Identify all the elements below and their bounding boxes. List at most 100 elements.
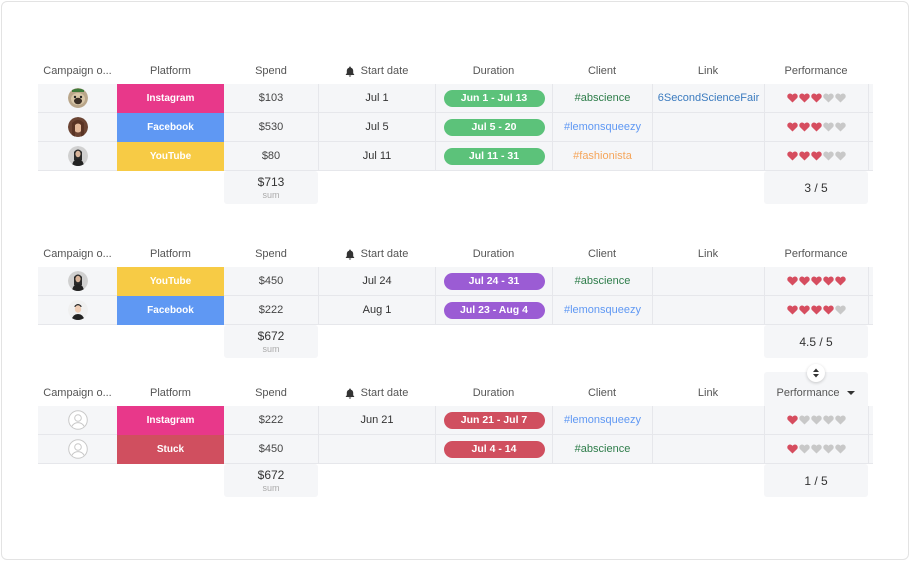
platform-status-cell[interactable]: Instagram [117, 406, 224, 435]
heart-icon[interactable] [835, 151, 846, 161]
empty-person-icon[interactable] [67, 439, 88, 459]
client-tag[interactable]: #lemonsqueezy [564, 304, 641, 316]
avatar[interactable] [67, 146, 88, 166]
performance-rating-cell[interactable] [764, 267, 868, 295]
heart-icon[interactable] [823, 122, 834, 132]
heart-icon[interactable] [787, 305, 798, 315]
heart-icon[interactable] [823, 444, 834, 454]
header-spend[interactable]: Spend [224, 380, 318, 406]
start-date-cell[interactable]: Jul 5 [318, 113, 435, 141]
client-cell[interactable]: #abscience [552, 435, 652, 463]
campaign-owner-cell[interactable] [38, 435, 117, 463]
empty-person-icon[interactable] [67, 410, 88, 430]
avatar[interactable] [67, 300, 88, 320]
start-date-cell[interactable]: Jul 24 [318, 267, 435, 295]
avatar[interactable] [67, 117, 88, 137]
header-spend[interactable]: Spend [224, 58, 318, 84]
header-start-date[interactable]: Start date [318, 380, 435, 406]
heart-icon[interactable] [799, 151, 810, 161]
spend-cell[interactable]: $80 [224, 142, 318, 170]
heart-icon[interactable] [835, 415, 846, 425]
heart-icon[interactable] [787, 276, 798, 286]
heart-icon[interactable] [787, 151, 798, 161]
performance-rating-cell[interactable] [764, 142, 868, 170]
client-cell[interactable]: #abscience [552, 267, 652, 295]
campaign-owner-cell[interactable] [38, 406, 117, 434]
client-tag[interactable]: #lemonsqueezy [564, 414, 641, 426]
start-date-cell[interactable]: Aug 1 [318, 296, 435, 324]
heart-icon[interactable] [811, 93, 822, 103]
header-client[interactable]: Client [552, 58, 652, 84]
timeline-pill[interactable]: Jul 5 - 20 [443, 118, 545, 136]
performance-rating-cell[interactable] [764, 406, 868, 434]
heart-icon[interactable] [811, 122, 822, 132]
header-performance[interactable]: Performance [764, 58, 868, 84]
heart-icon[interactable] [787, 93, 798, 103]
client-cell[interactable]: #fashionista [552, 142, 652, 170]
heart-rating[interactable] [787, 276, 846, 286]
campaign-owner-cell[interactable] [38, 142, 117, 170]
header-platform[interactable]: Platform [117, 241, 224, 267]
timeline-pill[interactable]: Jul 23 - Aug 4 [443, 301, 545, 319]
start-date-cell[interactable]: Jul 1 [318, 84, 435, 112]
spend-cell[interactable]: $530 [224, 113, 318, 141]
table-row[interactable]: Facebook $222 Aug 1 Jul 23 - Aug 4 #lemonsqu… [38, 296, 873, 325]
client-tag[interactable]: #abscience [575, 443, 631, 455]
timeline-pill[interactable]: Jul 24 - 31 [443, 272, 545, 290]
duration-cell[interactable]: Jul 23 - Aug 4 [435, 296, 552, 324]
heart-icon[interactable] [799, 444, 810, 454]
heart-icon[interactable] [799, 276, 810, 286]
link-cell[interactable]: 6SecondScienceFair [652, 84, 764, 112]
timeline-pill[interactable]: Jul 4 - 14 [443, 440, 545, 458]
heart-rating[interactable] [787, 415, 846, 425]
heart-icon[interactable] [799, 122, 810, 132]
start-date-cell[interactable]: Jun 21 [318, 406, 435, 434]
link-cell[interactable] [652, 267, 764, 295]
spend-cell[interactable]: $222 [224, 296, 318, 324]
heart-icon[interactable] [811, 305, 822, 315]
heart-icon[interactable] [835, 444, 846, 454]
performance-rating-cell[interactable] [764, 84, 868, 112]
spend-cell[interactable]: $450 [224, 435, 318, 463]
table-row[interactable]: Instagram $222 Jun 21 Jun 21 - Jul 7 #lemons… [38, 406, 873, 435]
header-client[interactable]: Client [552, 380, 652, 406]
heart-icon[interactable] [823, 305, 834, 315]
heart-icon[interactable] [835, 276, 846, 286]
link-cell[interactable] [652, 142, 764, 170]
platform-status-cell[interactable]: YouTube [117, 142, 224, 171]
header-duration[interactable]: Duration [435, 241, 552, 267]
link-cell[interactable] [652, 435, 764, 463]
platform-status-cell[interactable]: Instagram [117, 84, 224, 113]
performance-rating-cell[interactable] [764, 435, 868, 463]
spend-cell[interactable]: $450 [224, 267, 318, 295]
heart-icon[interactable] [787, 122, 798, 132]
duration-cell[interactable]: Jun 21 - Jul 7 [435, 406, 552, 434]
performance-rating-cell[interactable] [764, 113, 868, 141]
header-campaign-owner[interactable]: Campaign o... [38, 241, 117, 267]
heart-icon[interactable] [823, 415, 834, 425]
heart-icon[interactable] [811, 444, 822, 454]
header-campaign-owner[interactable]: Campaign o... [38, 380, 117, 406]
client-cell[interactable]: #lemonsqueezy [552, 113, 652, 141]
column-sort-handle[interactable] [807, 364, 825, 382]
client-cell[interactable]: #lemonsqueezy [552, 296, 652, 324]
platform-status-cell[interactable]: Facebook [117, 113, 224, 142]
header-client[interactable]: Client [552, 241, 652, 267]
link-cell[interactable] [652, 296, 764, 324]
campaign-owner-cell[interactable] [38, 84, 117, 112]
client-tag[interactable]: #abscience [575, 275, 631, 287]
heart-icon[interactable] [811, 276, 822, 286]
header-start-date[interactable]: Start date [318, 58, 435, 84]
table-row[interactable]: Instagram $103 Jul 1 Jun 1 - Jul 13 #abscien… [38, 84, 873, 113]
campaign-owner-cell[interactable] [38, 113, 117, 141]
heart-icon[interactable] [811, 151, 822, 161]
header-link[interactable]: Link [652, 380, 764, 406]
timeline-pill[interactable]: Jun 21 - Jul 7 [443, 411, 545, 429]
timeline-pill[interactable]: Jul 11 - 31 [443, 147, 545, 165]
duration-cell[interactable]: Jul 11 - 31 [435, 142, 552, 170]
heart-icon[interactable] [799, 415, 810, 425]
header-duration[interactable]: Duration [435, 58, 552, 84]
client-tag[interactable]: #fashionista [573, 150, 632, 162]
heart-rating[interactable] [787, 122, 846, 132]
heart-icon[interactable] [823, 276, 834, 286]
